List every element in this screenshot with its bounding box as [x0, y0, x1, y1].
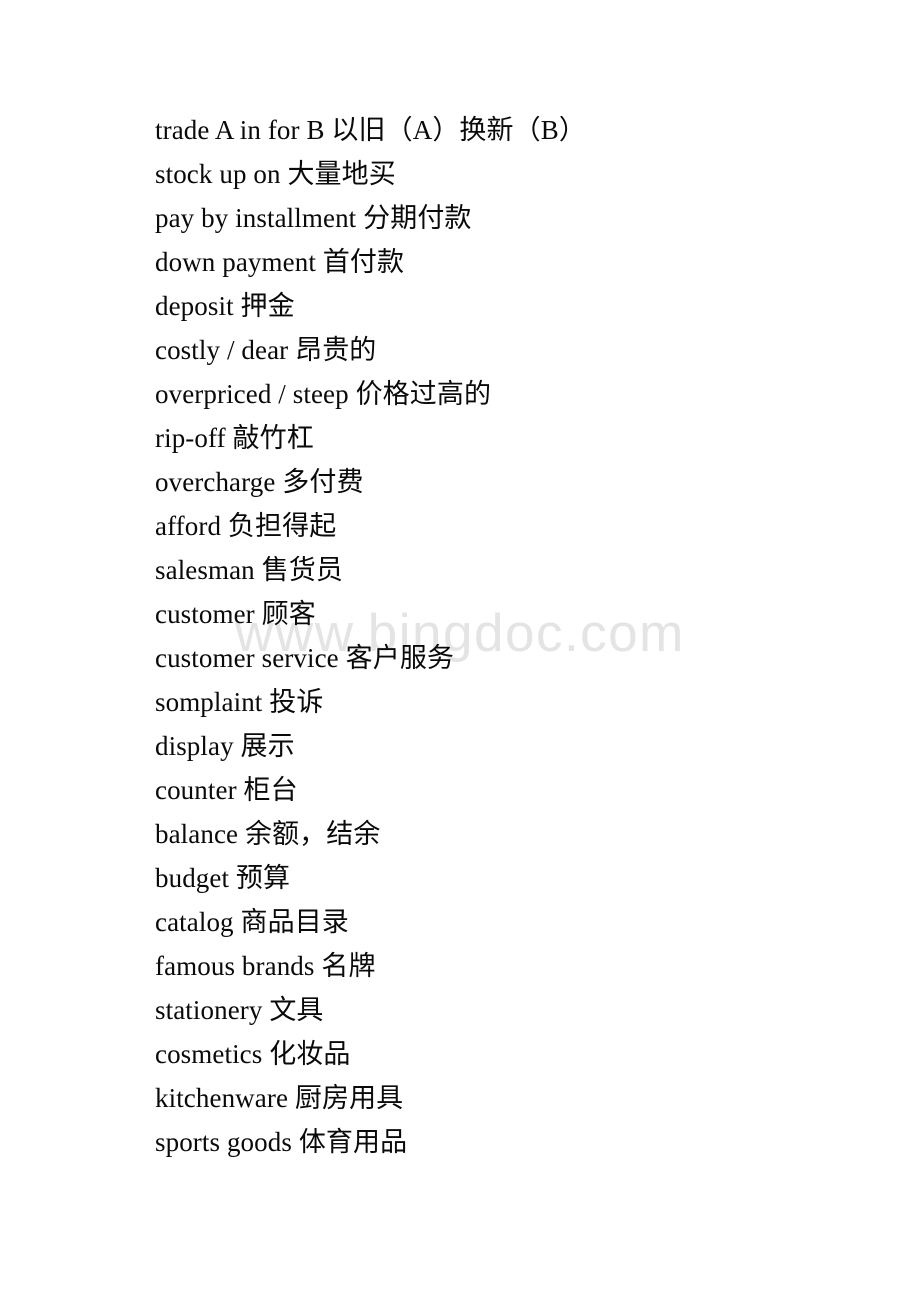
vocabulary-entry: trade A in for B 以旧（A）换新（B） — [155, 115, 586, 145]
vocabulary-entry: display 展示 — [155, 731, 295, 761]
vocabulary-entry: stationery 文具 — [155, 995, 324, 1025]
vocabulary-entry: rip-off 敲竹杠 — [155, 423, 314, 453]
vocabulary-entry: afford 负担得起 — [155, 511, 337, 541]
vocabulary-entry: customer 顾客 — [155, 599, 316, 629]
vocabulary-entry: sports goods 体育用品 — [155, 1127, 408, 1157]
vocabulary-entry: balance 余额，结余 — [155, 819, 381, 849]
vocabulary-entry: budget 预算 — [155, 863, 291, 893]
vocabulary-entry: kitchenware 厨房用具 — [155, 1083, 404, 1113]
vocabulary-entry: catalog 商品目录 — [155, 907, 349, 937]
vocabulary-entry: overcharge 多付费 — [155, 467, 364, 497]
vocabulary-entry: famous brands 名牌 — [155, 951, 376, 981]
vocabulary-entry: counter 柜台 — [155, 775, 298, 805]
vocabulary-entry: pay by installment 分期付款 — [155, 203, 472, 233]
vocabulary-entry: down payment 首付款 — [155, 247, 405, 277]
vocabulary-entry: costly / dear 昂贵的 — [155, 335, 377, 365]
vocabulary-entry: deposit 押金 — [155, 291, 295, 321]
vocabulary-entry: cosmetics 化妆品 — [155, 1039, 351, 1069]
vocabulary-entry: overpriced / steep 价格过高的 — [155, 379, 492, 409]
vocabulary-entry: stock up on 大量地买 — [155, 159, 396, 189]
vocabulary-list: trade A in for B 以旧（A）换新（B） stock up on … — [155, 108, 875, 1164]
document-page: www.bingdoc.com trade A in for B 以旧（A）换新… — [0, 0, 920, 1302]
vocabulary-entry: customer service 客户服务 — [155, 643, 455, 673]
vocabulary-entry: salesman 售货员 — [155, 555, 343, 585]
vocabulary-entry: somplaint 投诉 — [155, 687, 324, 717]
